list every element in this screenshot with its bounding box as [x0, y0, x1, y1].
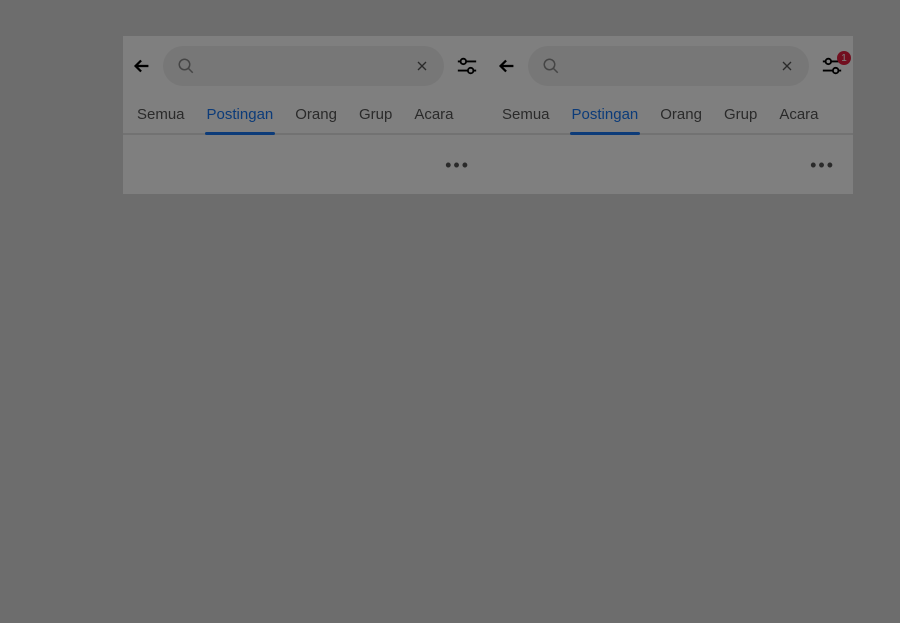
- dimmer: [488, 36, 853, 194]
- dimmer: [123, 36, 488, 194]
